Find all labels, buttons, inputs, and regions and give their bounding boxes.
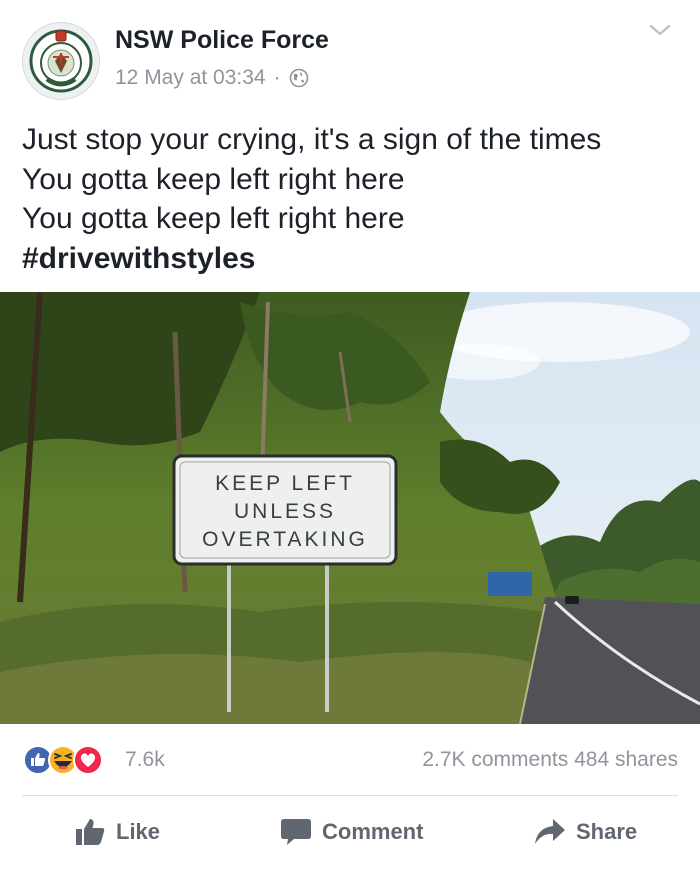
comment-label: Comment [322, 819, 424, 844]
like-label: Like [116, 819, 161, 844]
road-sign-photo: KEEP LEFT UNLESS OVERTAKING [0, 292, 700, 724]
action-bar: Like Comment Share [0, 796, 700, 870]
sign-line: KEEP LEFT [215, 472, 355, 495]
love-icon [73, 745, 103, 775]
post-photo[interactable]: KEEP LEFT UNLESS OVERTAKING [0, 292, 700, 724]
haha-icon [48, 745, 78, 775]
comment-share-counts: 2.7K comments 484 shares [422, 748, 678, 772]
comment-button[interactable]: Comment [280, 810, 423, 854]
post-text-line: You gotta keep left right here [22, 202, 405, 235]
police-badge-logo [29, 29, 93, 93]
share-button[interactable]: Share [534, 810, 637, 854]
chevron-down-icon[interactable] [648, 20, 672, 40]
sign-line: UNLESS [234, 500, 336, 523]
post-text-line: You gotta keep left right here [22, 162, 405, 196]
post-timestamp[interactable]: 12 May at 03:34 [115, 66, 266, 90]
reaction-icons[interactable] [22, 744, 122, 776]
post-stats: 7.6k 2.7K comments 484 shares [0, 734, 700, 786]
comments-count[interactable]: 2.7K comments [422, 748, 568, 771]
post-header: NSW Police Force 12 May at 03:34 · [0, 0, 700, 110]
shares-count[interactable]: 484 shares [574, 748, 678, 771]
like-icon [23, 745, 53, 775]
reaction-count[interactable]: 7.6k [125, 748, 165, 772]
post-text-line: Just stop your crying, it's a sign of th… [22, 123, 602, 156]
page-name[interactable]: NSW Police Force [115, 26, 329, 55]
globe-icon [289, 68, 308, 88]
share-label: Share [576, 819, 638, 844]
share-arrow-icon [535, 819, 565, 844]
sign-line: OVERTAKING [202, 528, 368, 551]
speech-bubble-icon [281, 819, 311, 845]
page-avatar[interactable] [22, 22, 100, 100]
like-button[interactable]: Like [74, 810, 160, 854]
hashtag-link[interactable]: #drivewithstyles [22, 239, 682, 279]
thumbs-up-icon [76, 819, 105, 845]
post-meta: 12 May at 03:34 · [115, 66, 309, 90]
meta-separator: · [273, 66, 281, 89]
post-text: Just stop your crying, it's a sign of th… [22, 120, 682, 278]
